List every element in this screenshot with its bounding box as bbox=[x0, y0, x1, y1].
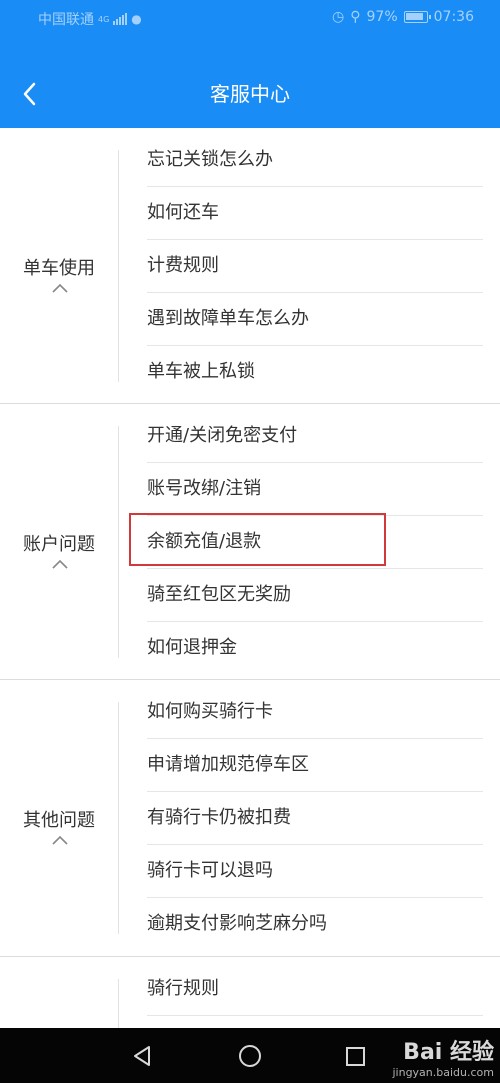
faq-item[interactable]: 如何还车 bbox=[147, 186, 483, 239]
signal-icon bbox=[113, 13, 128, 25]
battery-percent: 97% bbox=[366, 9, 398, 25]
faq-item[interactable]: 骑行卡可以退吗 bbox=[147, 844, 483, 897]
nav-recents-icon[interactable] bbox=[346, 1047, 365, 1066]
faq-item[interactable]: 有骑行卡仍被扣费 bbox=[147, 791, 483, 844]
watermark: Bai 经验 jingyan.baidu.com bbox=[392, 1034, 494, 1079]
faq-item[interactable]: 遇到故障单车怎么办 bbox=[147, 292, 483, 345]
network-label: 4G bbox=[98, 14, 110, 24]
alarm-icon: ◷ bbox=[332, 9, 345, 25]
faq-item[interactable]: 忘记关锁怎么办 bbox=[147, 133, 483, 186]
category-label[interactable]: 单车使用 bbox=[0, 254, 118, 280]
faq-item[interactable]: 申请增加规范停车区 bbox=[147, 738, 483, 791]
faq-section-riding-rules: 骑行规则 bbox=[0, 957, 500, 1028]
location-icon: ⚲ bbox=[350, 9, 361, 25]
carrier-label: 中国联通 bbox=[38, 12, 94, 28]
highlight-box bbox=[129, 513, 386, 566]
battery-icon bbox=[403, 11, 431, 23]
category-label[interactable]: 其他问题 bbox=[0, 806, 118, 832]
faq-item[interactable]: 骑至红包区无奖励 bbox=[147, 568, 483, 621]
faq-section-bike-usage: 单车使用 忘记关锁怎么办 如何还车 计费规则 遇到故障单车怎么办 单车被上私锁 bbox=[0, 128, 500, 403]
watermark-url: jingyan.baidu.com bbox=[392, 1066, 494, 1079]
faq-item[interactable]: 计费规则 bbox=[147, 239, 483, 292]
message-icon: ● bbox=[131, 12, 142, 26]
clock: 07:36 bbox=[433, 9, 474, 25]
nav-back-icon[interactable] bbox=[132, 1045, 152, 1067]
faq-item[interactable]: 单车被上私锁 bbox=[147, 345, 483, 398]
category-label[interactable]: 账户问题 bbox=[0, 530, 118, 556]
page-title: 客服中心 bbox=[210, 82, 290, 106]
status-bar: 中国联通 4G ● ◷ ⚲ 97% 07:36 bbox=[0, 0, 500, 36]
faq-item[interactable]: 账号改绑/注销 bbox=[147, 462, 483, 515]
faq-item[interactable]: 逾期支付影响芝麻分吗 bbox=[147, 897, 483, 950]
nav-home-icon[interactable] bbox=[239, 1045, 261, 1067]
faq-item[interactable]: 骑行规则 bbox=[147, 962, 483, 1015]
watermark-logo: Bai 经验 bbox=[403, 1040, 494, 1065]
faq-section-other: 其他问题 如何购买骑行卡 申请增加规范停车区 有骑行卡仍被扣费 骑行卡可以退吗 … bbox=[0, 680, 500, 956]
faq-item[interactable]: 如何购买骑行卡 bbox=[147, 685, 483, 738]
faq-list: 单车使用 忘记关锁怎么办 如何还车 计费规则 遇到故障单车怎么办 单车被上私锁 … bbox=[0, 128, 500, 1028]
app-header: 中国联通 4G ● ◷ ⚲ 97% 07:36 客服中心 bbox=[0, 0, 500, 128]
chevron-up-icon[interactable] bbox=[52, 835, 68, 845]
chevron-up-icon[interactable] bbox=[52, 283, 68, 293]
chevron-up-icon[interactable] bbox=[52, 559, 68, 569]
faq-item[interactable]: 如何退押金 bbox=[147, 621, 483, 674]
system-navigation-bar: Bai 经验 jingyan.baidu.com bbox=[0, 1028, 500, 1083]
faq-item[interactable]: 开通/关闭免密支付 bbox=[147, 409, 483, 462]
